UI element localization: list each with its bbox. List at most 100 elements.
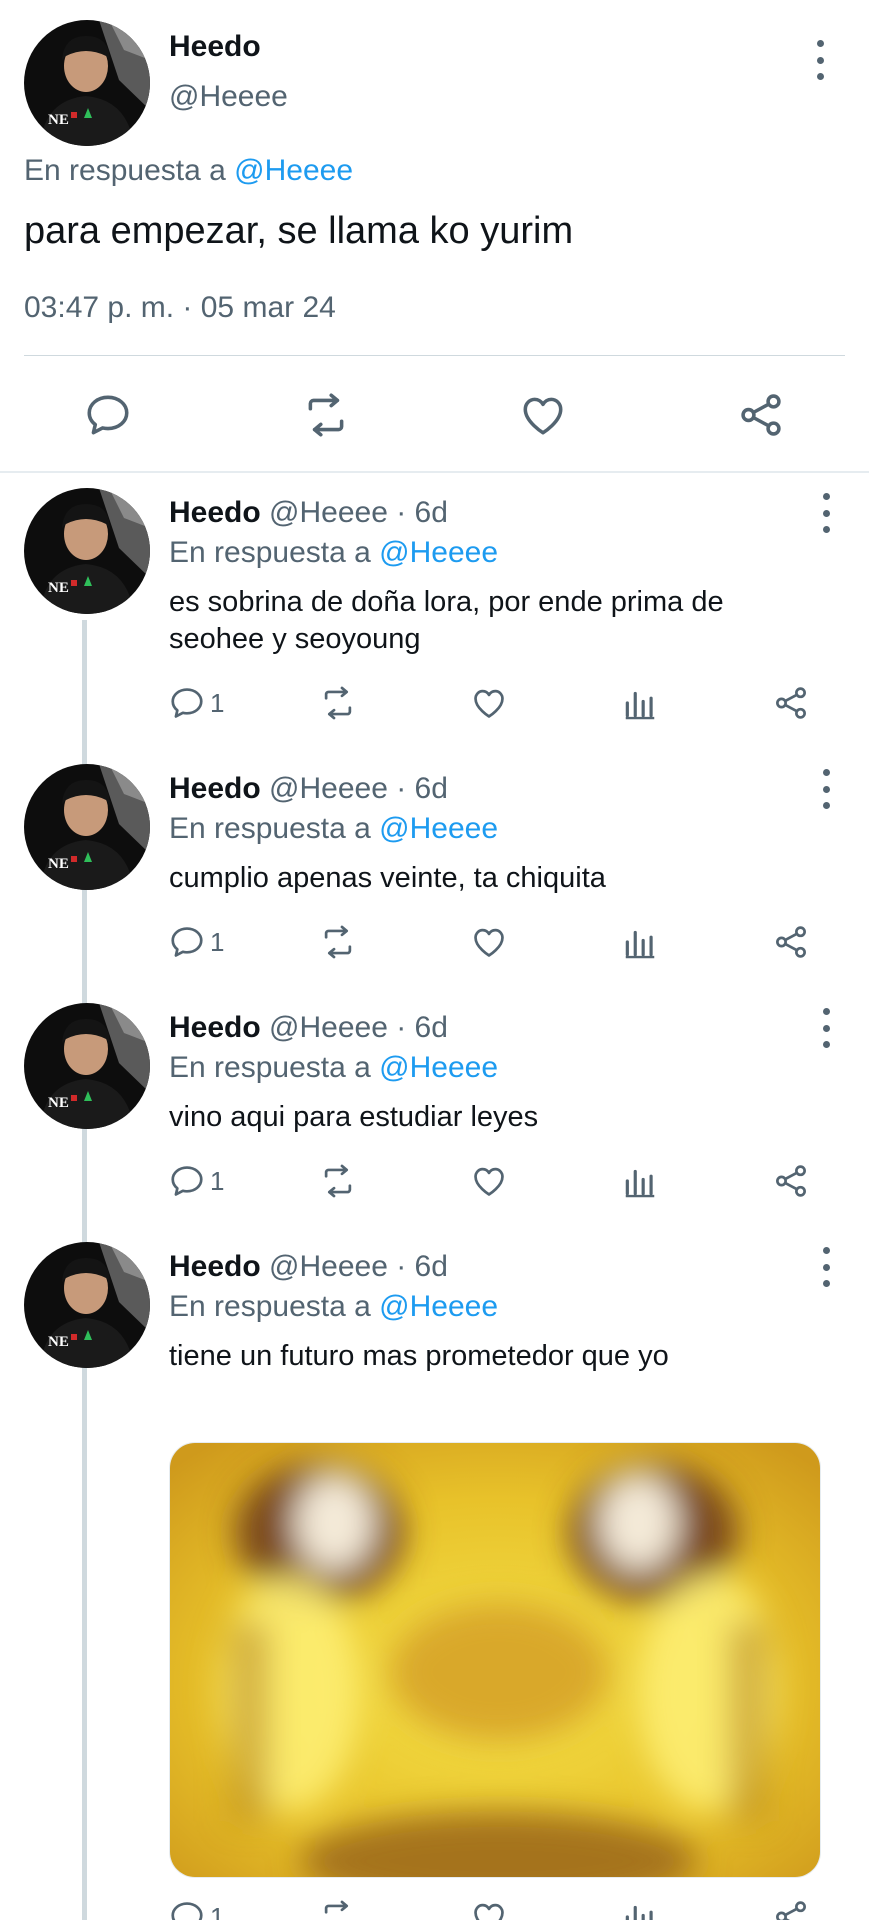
more-options-icon[interactable] [816, 769, 836, 809]
tweet-actions: 1 [160, 1156, 840, 1206]
more-options-icon[interactable] [810, 40, 830, 80]
author-meta: @Heeee · 6d [269, 496, 448, 529]
reply-context: En respuesta a @Heeee [169, 812, 498, 846]
reply-mention-link[interactable]: @Heeee [234, 154, 353, 187]
reply-icon [168, 923, 206, 961]
avatar[interactable] [24, 20, 150, 146]
reply-button[interactable]: 1 [168, 1156, 224, 1206]
views-icon [621, 684, 659, 722]
tweet-timestamp: 03:47 p. m. · 05 mar 24 [24, 291, 336, 324]
reply-icon [168, 1162, 206, 1200]
tweet-text: para empezar, se llama ko yurim [24, 210, 574, 252]
like-icon [470, 684, 508, 722]
like-button[interactable] [513, 380, 573, 450]
reply-prefix: En respuesta a [24, 154, 226, 187]
like-icon [470, 1162, 508, 1200]
reply-header: Heedo @Heeee · 6d [169, 1250, 448, 1284]
share-button[interactable] [772, 678, 810, 728]
share-button[interactable] [772, 1892, 810, 1920]
more-options-icon[interactable] [816, 1247, 836, 1287]
retweet-icon [319, 1898, 357, 1920]
share-button[interactable] [772, 917, 810, 967]
reply-count: 1 [210, 687, 225, 718]
views-icon [621, 1162, 659, 1200]
reply-button[interactable]: 1 [168, 1892, 224, 1920]
author-name[interactable]: Heedo [169, 772, 261, 805]
blurred-emoji-image [170, 1443, 820, 1877]
retweet-button[interactable] [319, 1156, 357, 1206]
retweet-icon [319, 1162, 357, 1200]
author-name[interactable]: Heedo [169, 1250, 261, 1283]
reply-prefix: En respuesta a [169, 812, 371, 845]
retweet-icon [301, 390, 351, 440]
avatar[interactable] [24, 764, 150, 890]
reply-count: 1 [210, 926, 225, 957]
like-button[interactable] [470, 1156, 508, 1206]
reply-context: En respuesta a @Heeee [169, 1051, 498, 1085]
reply-mention-link[interactable]: @Heeee [379, 812, 498, 845]
reply-header: Heedo @Heeee · 6d [169, 1011, 448, 1045]
avatar-image [24, 1003, 150, 1129]
views-button[interactable] [621, 1892, 659, 1920]
reply-icon [83, 390, 133, 440]
retweet-button[interactable] [296, 380, 356, 450]
avatar-image [24, 488, 150, 614]
author-name[interactable]: Heedo [169, 30, 261, 64]
tweet-text: vino aqui para estudiar leyes [169, 1101, 539, 1133]
tweet-actions: 1 [160, 917, 840, 967]
avatar[interactable] [24, 488, 150, 614]
views-button[interactable] [621, 917, 659, 967]
views-icon [621, 1898, 659, 1920]
divider [0, 471, 869, 473]
tweet-actions: 1 [160, 678, 840, 728]
views-icon [621, 923, 659, 961]
tweet-actions [0, 380, 869, 450]
share-icon [772, 684, 810, 722]
like-icon [470, 1898, 508, 1920]
views-button[interactable] [621, 1156, 659, 1206]
reply-button[interactable]: 1 [168, 678, 224, 728]
author-name[interactable]: Heedo [169, 496, 261, 529]
share-icon [772, 1162, 810, 1200]
avatar-image [24, 20, 150, 146]
retweet-button[interactable] [319, 917, 357, 967]
reply-header: Heedo @Heeee · 6d [169, 772, 448, 806]
views-button[interactable] [621, 678, 659, 728]
media-image[interactable] [169, 1442, 821, 1878]
like-icon [470, 923, 508, 961]
retweet-button[interactable] [319, 678, 357, 728]
share-button[interactable] [731, 380, 791, 450]
reply-icon [168, 1898, 206, 1920]
avatar[interactable] [24, 1003, 150, 1129]
share-icon [772, 1898, 810, 1920]
avatar[interactable] [24, 1242, 150, 1368]
author-handle[interactable]: @Heeee [169, 80, 288, 114]
reply-prefix: En respuesta a [169, 1290, 371, 1323]
like-button[interactable] [470, 1892, 508, 1920]
more-options-icon[interactable] [816, 1008, 836, 1048]
retweet-icon [319, 684, 357, 722]
reply-prefix: En respuesta a [169, 536, 371, 569]
reply-icon [168, 684, 206, 722]
reply-count: 1 [210, 1901, 225, 1920]
share-button[interactable] [772, 1156, 810, 1206]
more-options-icon[interactable] [816, 493, 836, 533]
reply-context: En respuesta a @Heeee [169, 536, 498, 570]
tweet-text: tiene un futuro mas prometedor que yo [169, 1340, 669, 1372]
author-meta: @Heeee · 6d [269, 1011, 448, 1044]
reply-mention-link[interactable]: @Heeee [379, 1051, 498, 1084]
reply-mention-link[interactable]: @Heeee [379, 536, 498, 569]
retweet-button[interactable] [319, 1892, 357, 1920]
author-meta: @Heeee · 6d [269, 772, 448, 805]
retweet-icon [319, 923, 357, 961]
reply-button[interactable]: 1 [168, 917, 224, 967]
reply-context: En respuesta a @Heeee [169, 1290, 498, 1324]
like-button[interactable] [470, 678, 508, 728]
author-name[interactable]: Heedo [169, 1011, 261, 1044]
reply-button[interactable] [78, 380, 138, 450]
divider [24, 355, 845, 356]
reply-mention-link[interactable]: @Heeee [379, 1290, 498, 1323]
share-icon [772, 923, 810, 961]
author-meta: @Heeee · 6d [269, 1250, 448, 1283]
like-button[interactable] [470, 917, 508, 967]
